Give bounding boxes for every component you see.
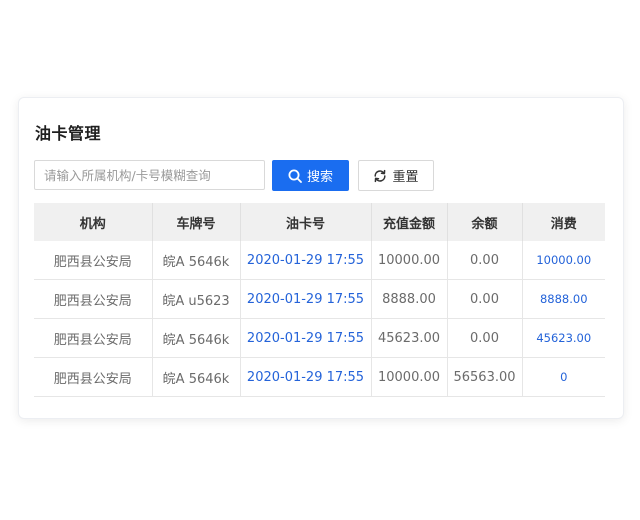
cell-org: 肥西县公安局 bbox=[34, 279, 153, 319]
page-title: 油卡管理 bbox=[35, 124, 102, 143]
cell-recharge: 10000.00 bbox=[371, 241, 448, 280]
reset-button-label: 重置 bbox=[392, 170, 419, 185]
cell-plate: 皖A 5646k bbox=[152, 318, 241, 358]
cell-balance: 0.00 bbox=[447, 279, 523, 319]
cell-org: 肥西县公安局 bbox=[34, 241, 153, 280]
column-header-balance: 余额 bbox=[447, 203, 523, 241]
reset-button[interactable]: 重置 bbox=[358, 160, 434, 191]
cell-balance: 0.00 bbox=[447, 318, 523, 358]
cell-balance: 0.00 bbox=[447, 241, 523, 280]
column-header-plate: 车牌号 bbox=[152, 203, 241, 241]
cell-recharge: 45623.00 bbox=[371, 318, 448, 358]
column-header-spend: 消费 bbox=[522, 203, 605, 241]
table-header-row: 机构 车牌号 油卡号 充值金额 余额 消费 bbox=[34, 203, 605, 241]
table-row: 肥西县公安局 皖A 5646k 2020-01-29 17:55 10000.0… bbox=[34, 241, 605, 280]
cell-plate: 皖A u5623 bbox=[152, 279, 241, 319]
cell-spend-link[interactable]: 0 bbox=[522, 357, 605, 397]
search-button-label: 搜索 bbox=[306, 170, 333, 185]
oil-card-panel: 油卡管理 搜索 重置 bbox=[18, 97, 624, 419]
cell-recharge: 10000.00 bbox=[371, 357, 448, 397]
cell-org: 肥西县公安局 bbox=[34, 318, 153, 358]
cell-card-link[interactable]: 2020-01-29 17:55 bbox=[240, 241, 372, 280]
table-row: 肥西县公安局 皖A u5623 2020-01-29 17:55 8888.00… bbox=[34, 279, 605, 319]
cell-org: 肥西县公安局 bbox=[34, 357, 153, 397]
cell-plate: 皖A 5646k bbox=[152, 357, 241, 397]
table-row: 肥西县公安局 皖A 5646k 2020-01-29 17:55 45623.0… bbox=[34, 318, 605, 358]
cell-spend-link[interactable]: 10000.00 bbox=[522, 241, 605, 280]
column-header-card: 油卡号 bbox=[240, 203, 372, 241]
column-header-org: 机构 bbox=[34, 203, 153, 241]
cell-spend-link[interactable]: 45623.00 bbox=[522, 318, 605, 358]
cell-balance: 56563.00 bbox=[447, 357, 523, 397]
cell-card-link[interactable]: 2020-01-29 17:55 bbox=[240, 357, 372, 397]
cell-card-link[interactable]: 2020-01-29 17:55 bbox=[240, 318, 372, 358]
search-icon bbox=[288, 169, 302, 183]
cell-spend-link[interactable]: 8888.00 bbox=[522, 279, 605, 319]
cell-recharge: 8888.00 bbox=[371, 279, 448, 319]
search-button[interactable]: 搜索 bbox=[272, 160, 349, 191]
column-header-recharge: 充值金额 bbox=[371, 203, 448, 241]
search-input[interactable] bbox=[34, 160, 265, 190]
cell-card-link[interactable]: 2020-01-29 17:55 bbox=[240, 279, 372, 319]
table-row: 肥西县公安局 皖A 5646k 2020-01-29 17:55 10000.0… bbox=[34, 357, 605, 397]
refresh-icon bbox=[373, 169, 387, 183]
oil-card-table: 机构 车牌号 油卡号 充值金额 余额 消费 肥西县公安局 皖A 5646k 20… bbox=[34, 203, 605, 397]
cell-plate: 皖A 5646k bbox=[152, 241, 241, 280]
